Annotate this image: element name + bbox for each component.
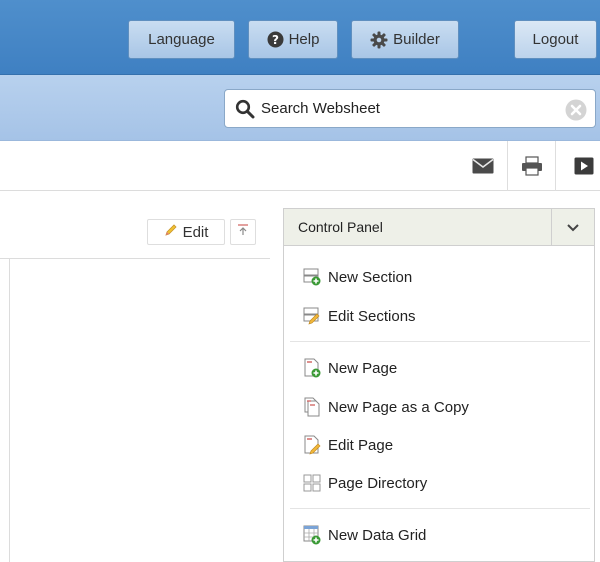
edit-page-icon xyxy=(302,435,322,455)
data-grid-icon xyxy=(302,525,322,545)
new-section-icon xyxy=(302,268,322,286)
move-up-button[interactable] xyxy=(230,219,256,245)
logout-button-label: Logout xyxy=(532,31,579,48)
help-button-label: Help xyxy=(288,31,320,48)
page-toolbar xyxy=(0,141,600,191)
edit-sections-label: Edit Sections xyxy=(328,307,416,325)
collapse-toggle[interactable] xyxy=(551,209,594,245)
chevron-down-icon xyxy=(567,219,579,236)
new-section-label: New Section xyxy=(328,268,413,286)
new-page-label: New Page xyxy=(328,359,398,377)
section-divider xyxy=(0,258,270,259)
new-page-item[interactable]: New Page xyxy=(302,354,397,382)
menu-separator xyxy=(290,341,590,342)
new-page-icon xyxy=(302,358,322,378)
builder-button-label: Builder xyxy=(393,31,440,48)
search-placeholder: Search Websheet xyxy=(261,100,380,117)
edit-button-label: Edit xyxy=(182,223,209,241)
toolbar-divider xyxy=(555,141,556,191)
control-panel-title: Control Panel xyxy=(298,219,383,235)
new-data-grid-item[interactable]: New Data Grid xyxy=(302,521,426,549)
new-section-item[interactable]: New Section xyxy=(302,263,412,291)
control-panel: Control Panel New Section Edit Sections … xyxy=(283,208,595,562)
presentation-icon[interactable] xyxy=(568,151,600,181)
svg-text:?: ? xyxy=(272,33,279,47)
new-page-copy-label: New Page as a Copy xyxy=(328,398,469,416)
control-panel-header: Control Panel xyxy=(284,209,594,246)
search-band: Search Websheet xyxy=(0,75,600,141)
pencil-icon xyxy=(164,223,178,241)
logout-button[interactable]: Logout xyxy=(514,20,597,59)
edit-page-label: Edit Page xyxy=(328,436,394,454)
gear-icon xyxy=(370,31,388,49)
page-directory-label: Page Directory xyxy=(328,474,428,492)
toolbar-divider xyxy=(507,141,508,191)
edit-sections-icon xyxy=(302,307,322,325)
search-input[interactable]: Search Websheet xyxy=(224,89,596,128)
edit-sections-item[interactable]: Edit Sections xyxy=(302,302,416,330)
language-button[interactable]: Language xyxy=(128,20,235,59)
builder-button[interactable]: Builder xyxy=(351,20,459,59)
page-directory-item[interactable]: Page Directory xyxy=(302,469,427,497)
help-icon: ? xyxy=(267,31,284,48)
menu-separator xyxy=(290,508,590,509)
help-button[interactable]: ? Help xyxy=(248,20,338,59)
top-header: Language ? Help Builder Logout xyxy=(0,0,600,75)
print-icon[interactable] xyxy=(516,151,548,181)
content-border xyxy=(9,258,10,562)
page-directory-icon xyxy=(302,474,322,492)
edit-button[interactable]: Edit xyxy=(147,219,225,245)
clear-search-icon[interactable] xyxy=(565,99,587,121)
arrow-up-icon xyxy=(236,223,250,241)
copy-page-icon xyxy=(302,397,322,417)
mail-icon[interactable] xyxy=(467,151,499,181)
new-data-grid-label: New Data Grid xyxy=(328,526,427,544)
search-icon xyxy=(235,99,255,119)
edit-page-item[interactable]: Edit Page xyxy=(302,431,393,459)
new-page-copy-item[interactable]: New Page as a Copy xyxy=(302,393,469,421)
language-button-label: Language xyxy=(148,31,215,48)
